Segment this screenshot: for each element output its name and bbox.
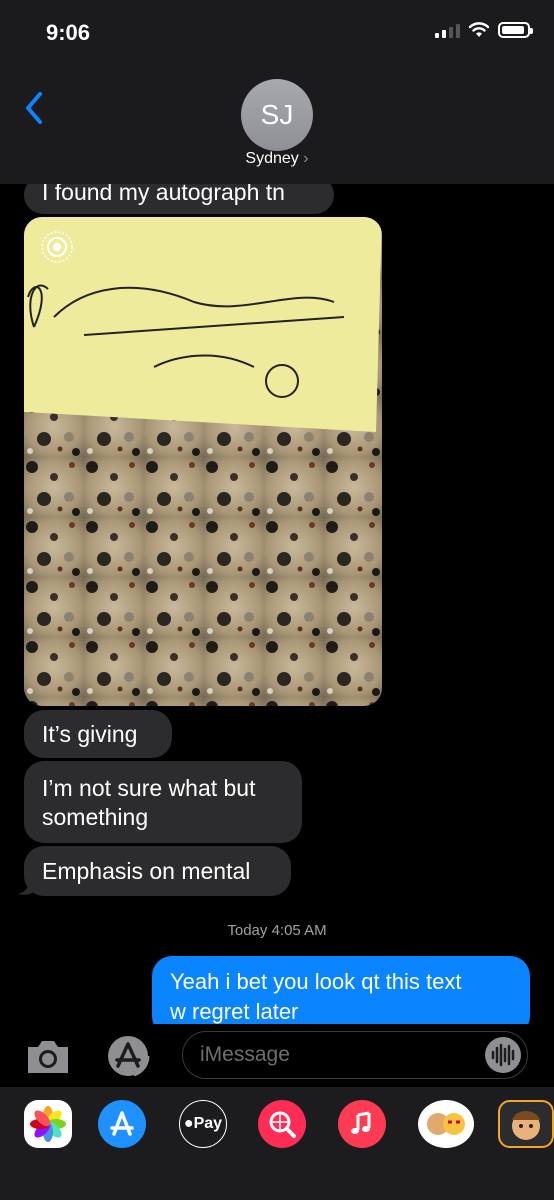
photos-flower-icon <box>30 1106 66 1142</box>
camera-icon[interactable] <box>24 1037 72 1077</box>
message-text: I’m not sure what but <box>42 775 256 801</box>
contact-name: Sydney <box>245 150 299 167</box>
status-time: 9:06 <box>46 20 91 45</box>
memoji-faces-icon <box>427 1113 465 1135</box>
apple-pay-app-icon[interactable]: ● Pay <box>179 1100 227 1148</box>
status-icons <box>435 22 533 38</box>
message-text: something <box>42 804 149 830</box>
memoji-app-icon[interactable] <box>498 1100 554 1148</box>
memoji-stickers-app-icon[interactable] <box>418 1100 474 1148</box>
music-note-icon <box>351 1111 371 1134</box>
apple-logo-icon: ● <box>183 1115 194 1132</box>
contact-avatar[interactable]: SJ <box>241 79 313 151</box>
app-store-a-icon <box>110 1111 134 1136</box>
message-bubble-incoming[interactable]: It’s giving <box>24 710 172 758</box>
imessage-placeholder: iMessage <box>200 1043 290 1066</box>
chevron-right-icon: › <box>303 150 309 167</box>
live-photo-icon[interactable] <box>40 230 74 264</box>
message-bubble-incoming[interactable]: Emphasis on mental <box>24 846 291 896</box>
message-photo-attachment[interactable] <box>24 217 382 706</box>
memoji-face-icon <box>512 1111 540 1140</box>
images-search-app-icon[interactable] <box>258 1100 306 1148</box>
music-app-icon[interactable] <box>338 1100 386 1148</box>
app-store-icon[interactable] <box>104 1034 156 1078</box>
message-text: w regret later <box>170 999 299 1024</box>
message-bubble-incoming[interactable]: I’m not sure what but something <box>24 761 302 843</box>
globe-search-icon <box>269 1111 296 1138</box>
message-text: Emphasis on mental <box>42 858 251 884</box>
message-text: It’s giving <box>42 721 138 747</box>
app-store-app-icon[interactable] <box>98 1100 146 1148</box>
bubble-tail <box>18 876 36 895</box>
wifi-icon <box>468 22 490 37</box>
contact-name-button[interactable]: Sydney › <box>0 150 554 168</box>
cellular-signal-icon <box>435 22 460 38</box>
photos-app-icon[interactable] <box>24 1100 72 1148</box>
audio-message-icon[interactable] <box>483 1035 523 1075</box>
back-chevron-icon[interactable] <box>20 88 50 128</box>
message-text: Yeah i bet you look qt this text <box>170 969 462 994</box>
autograph-photo <box>24 217 382 706</box>
battery-icon <box>498 22 533 38</box>
apple-pay-label: Pay <box>193 1115 223 1132</box>
message-timestamp: Today 4:05 AM <box>227 922 327 939</box>
avatar-initials: SJ <box>260 99 294 130</box>
